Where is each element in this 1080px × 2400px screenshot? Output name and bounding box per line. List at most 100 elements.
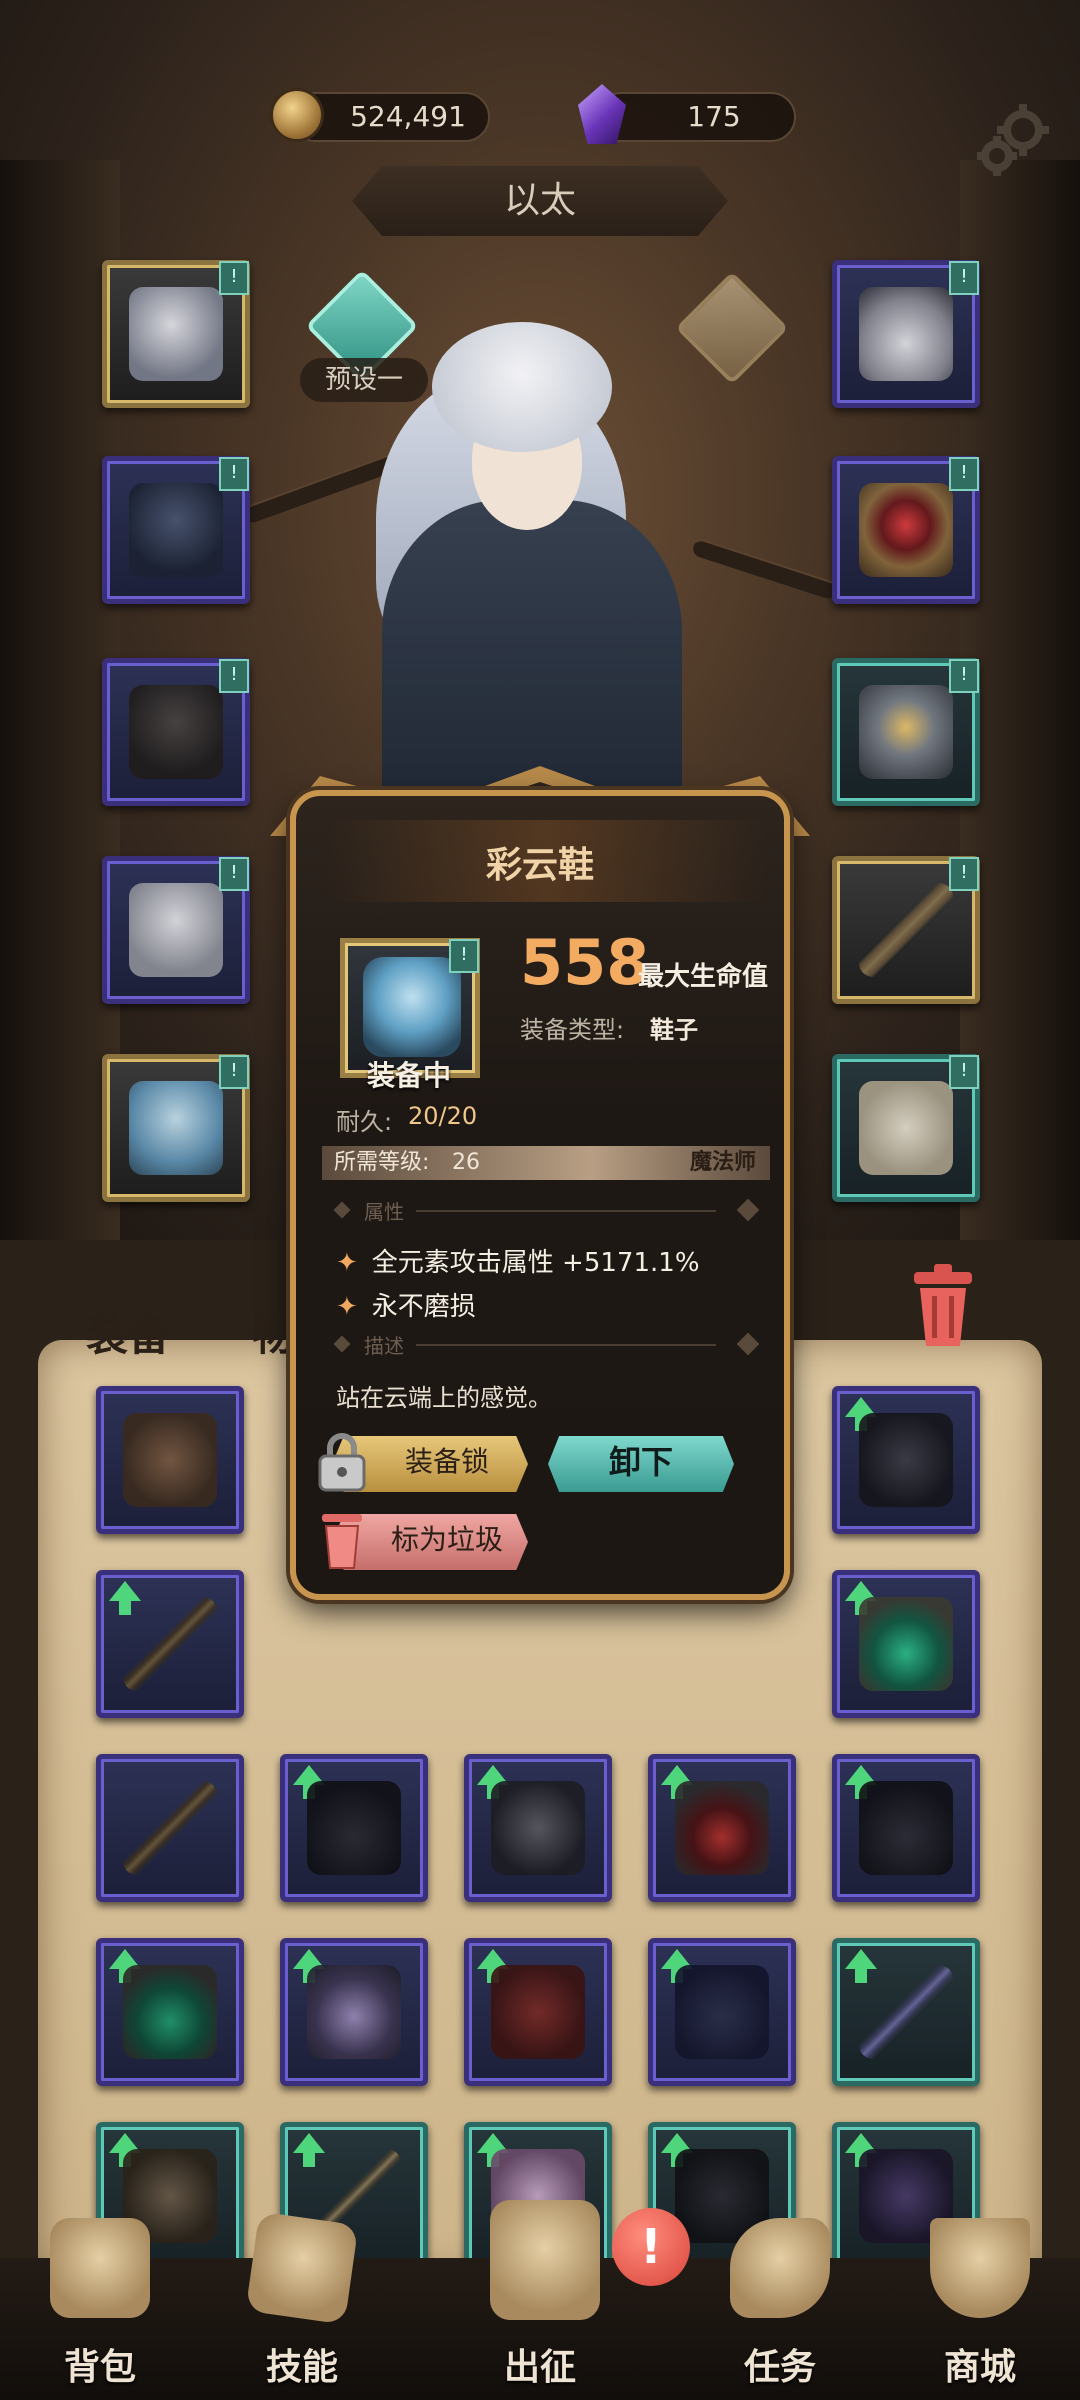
nav-skills-label: 技能	[265, 2347, 338, 2388]
inventory-slot[interactable]	[648, 1938, 796, 2086]
character-name: 以太	[503, 180, 576, 221]
inventory-slot[interactable]	[832, 1938, 980, 2086]
equip-slot-armor[interactable]: !	[102, 456, 250, 604]
mark-as-junk-label: 标为垃圾	[390, 1523, 503, 1556]
new-flag-icon: !	[219, 659, 249, 693]
inventory-slot[interactable]	[464, 1938, 612, 2086]
description-header-label: 描述	[364, 1334, 404, 1358]
staff-item-icon	[859, 883, 953, 977]
durability-value: 20/20	[408, 1102, 478, 1130]
equip-slot-ring[interactable]: !	[832, 456, 980, 604]
divider	[416, 1210, 716, 1212]
attribute-line: ✦ 全元素攻击属性 +5171.1%	[336, 1242, 700, 1279]
nav-shop[interactable]: 商城	[900, 2210, 1060, 2400]
inventory-slot[interactable]	[96, 1754, 244, 1902]
lock-icon	[318, 1433, 366, 1492]
inventory-slot[interactable]	[648, 1754, 796, 1902]
equipment-lock-label: 装备锁	[404, 1445, 489, 1478]
new-flag-icon: !	[949, 261, 979, 295]
durability-label: 耐久:	[336, 1108, 393, 1136]
trash-icon	[322, 1514, 362, 1569]
divider	[416, 1344, 716, 1346]
inventory-slot[interactable]	[832, 1754, 980, 1902]
inventory-slot[interactable]	[280, 1754, 428, 1902]
unequip-button[interactable]: 卸下	[548, 1436, 734, 1492]
emerald-amulet-item-icon	[859, 1597, 953, 1691]
ruby-amulet-item-icon	[675, 1781, 769, 1875]
red-beret-item-icon	[491, 1965, 585, 2059]
equip-slot-boots[interactable]: !	[102, 1054, 250, 1202]
attributes-header-label: 属性	[364, 1200, 404, 1224]
inventory-slot[interactable]	[96, 1938, 244, 2086]
main-stat-value: 558	[520, 926, 650, 999]
backpack-icon	[50, 2218, 150, 2318]
nav-skills[interactable]: 技能	[222, 2210, 382, 2400]
star-hat-item-icon	[675, 1965, 769, 2059]
boots-item-icon	[363, 957, 461, 1057]
inventory-slot[interactable]	[832, 1570, 980, 1718]
scroll-item-icon	[859, 1081, 953, 1175]
character-hat	[432, 322, 612, 452]
dark-hat-item-icon	[859, 1781, 953, 1875]
required-level-label: 所需等级:	[334, 1150, 430, 1175]
inventory-slot[interactable]	[96, 1386, 244, 1534]
gear-icon[interactable]	[975, 100, 1055, 180]
armor-item-icon	[129, 483, 223, 577]
sparkle-icon: ✦	[336, 1292, 358, 1322]
new-flag-icon: !	[219, 1055, 249, 1089]
staff-item-icon	[859, 1965, 953, 2059]
attribute-line: ✦ 永不磨损	[336, 1286, 476, 1323]
alert-badge-icon: !	[612, 2208, 690, 2286]
attribute-text: 全元素攻击属性 +5171.1%	[371, 1248, 700, 1278]
helmet-item-icon	[129, 287, 223, 381]
tab-equipment[interactable]: 装备	[86, 1302, 170, 1363]
witch-hat-item-icon	[307, 1781, 401, 1875]
nav-shop-label: 商城	[943, 2347, 1016, 2388]
equip-slot-weapon[interactable]: !	[832, 856, 980, 1004]
item-description: 站在云端上的感觉。	[336, 1384, 552, 1412]
inventory-slot[interactable]	[96, 1570, 244, 1718]
inventory-slot[interactable]	[464, 1754, 612, 1902]
requirement-bar: 所需等级: 26 魔法师	[322, 1146, 770, 1180]
equip-slot-bracelet[interactable]: !	[832, 658, 980, 806]
nav-expedition[interactable]: 出征	[460, 2200, 620, 2400]
nav-quests-label: 任务	[743, 2347, 816, 2388]
preset-label[interactable]: 预设一	[300, 358, 428, 402]
new-flag-icon: !	[219, 857, 249, 891]
equip-slot-helmet[interactable]: !	[102, 260, 250, 408]
trash-bin-icon[interactable]	[908, 1262, 978, 1348]
nav-backpack[interactable]: 背包	[20, 2210, 180, 2400]
new-flag-icon: !	[219, 457, 249, 491]
quest-scroll-icon	[730, 2218, 830, 2318]
equip-slot-book[interactable]: !	[832, 1054, 980, 1202]
equipped-label: 装备中	[366, 1059, 451, 1092]
new-flag-icon: !	[949, 659, 979, 693]
character-name-banner: 以太	[352, 166, 728, 236]
game-screen: 524,491 175 以太 预设一 ! ! ! ! ! ! ! ! ! ! 装…	[0, 0, 1080, 2400]
equip-slot-gloves[interactable]: !	[102, 658, 250, 806]
new-flag-icon: !	[949, 1055, 979, 1089]
gem-counter: 175	[596, 92, 796, 142]
inventory-slot[interactable]	[280, 1938, 428, 2086]
inventory-slot[interactable]	[832, 1386, 980, 1534]
nav-backpack-label: 背包	[63, 2347, 136, 2388]
skill-book-icon	[245, 2211, 359, 2325]
mask-item-icon	[491, 1781, 585, 1875]
necklace-item-icon	[859, 287, 953, 381]
pants-item-icon	[129, 883, 223, 977]
staff-item-icon	[123, 1781, 217, 1875]
item-title: 彩云鞋	[485, 845, 594, 886]
equip-slot-pants[interactable]: !	[102, 856, 250, 1004]
description-header: 描述	[336, 1330, 756, 1360]
bracelet-item-icon	[859, 685, 953, 779]
equip-type-value: 鞋子	[650, 1016, 698, 1044]
required-level-value: 26	[452, 1150, 480, 1175]
ring-item-icon	[859, 483, 953, 577]
equip-slot-necklace[interactable]: !	[832, 260, 980, 408]
required-class: 魔法师	[689, 1150, 756, 1175]
unequip-label: 卸下	[608, 1443, 673, 1481]
shop-crown-icon	[930, 2218, 1030, 2318]
nav-quests[interactable]: 任务	[700, 2210, 860, 2400]
equip-type-label: 装备类型:	[520, 1016, 625, 1044]
staff-item-icon	[123, 1597, 217, 1691]
